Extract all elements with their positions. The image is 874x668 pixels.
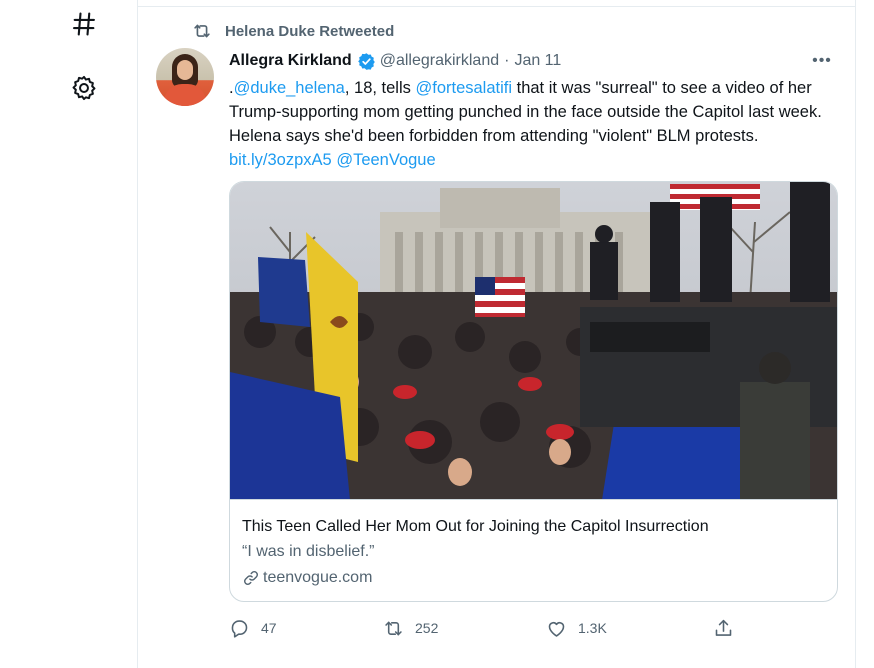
divider — [138, 6, 855, 7]
mention-link[interactable]: @duke_helena — [234, 79, 345, 97]
mention-link[interactable]: @fortesalatifi — [415, 79, 512, 97]
url-link[interactable]: bit.ly/3ozpxA5 — [229, 151, 332, 169]
link-icon — [244, 571, 258, 585]
tweet-text: .@duke_helena, 18, tells @fortesalatifi … — [229, 76, 841, 172]
explore-hashtag-icon[interactable] — [62, 2, 106, 46]
separator-dot: · — [504, 52, 510, 69]
like-button[interactable]: 1.3K — [546, 614, 607, 642]
retweet-context[interactable]: Helena Duke Retweeted — [191, 20, 394, 42]
share-button[interactable] — [713, 614, 745, 642]
reply-button[interactable]: 47 — [229, 614, 277, 642]
timeline-column: Helena Duke Retweeted Allegra Kirkland @… — [137, 0, 856, 668]
reply-icon — [231, 619, 248, 638]
card-domain[interactable]: teenvogue.com — [242, 566, 825, 590]
verified-badge-icon — [357, 52, 375, 70]
card-body: This Teen Called Her Mom Out for Joining… — [242, 516, 825, 590]
more-icon[interactable]: ••• — [809, 50, 835, 72]
left-nav — [0, 0, 137, 668]
card-domain-text: teenvogue.com — [263, 569, 373, 586]
text-segment: , 18, tells — [344, 79, 416, 97]
retweet-icon — [194, 24, 210, 38]
retweet-label: Helena Duke Retweeted — [225, 22, 395, 40]
retweet-button[interactable]: 252 — [383, 614, 438, 642]
retweet-icon — [385, 621, 402, 635]
display-name[interactable]: Allegra Kirkland — [229, 52, 352, 70]
mention-link[interactable]: @TeenVogue — [336, 151, 435, 169]
reply-count: 47 — [261, 620, 277, 636]
link-card[interactable]: This Teen Called Her Mom Out for Joining… — [229, 181, 838, 602]
user-handle[interactable]: @allegrakirkland — [380, 52, 499, 70]
card-description: “I was in disbelief.” — [242, 543, 375, 560]
like-icon — [548, 621, 565, 637]
tweet-header: Allegra Kirkland @allegrakirkland · Jan … — [229, 50, 829, 72]
card-title[interactable]: This Teen Called Her Mom Out for Joining… — [242, 516, 825, 538]
tweet-actions: 47 252 1.3K — [229, 614, 749, 642]
avatar[interactable] — [156, 48, 214, 106]
tweet-date[interactable]: Jan 11 — [514, 52, 561, 70]
like-count: 1.3K — [578, 620, 607, 636]
card-image[interactable] — [230, 182, 837, 500]
share-icon — [715, 619, 732, 636]
settings-gear-icon[interactable] — [62, 66, 106, 110]
retweet-count: 252 — [415, 620, 439, 636]
